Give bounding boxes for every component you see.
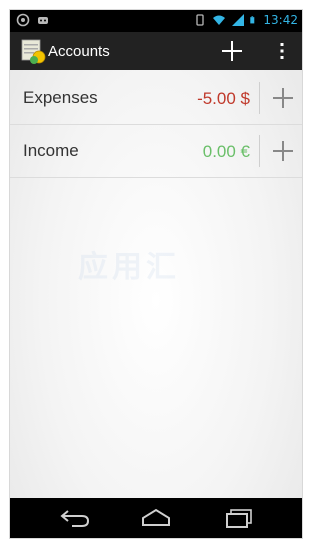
account-name: Income — [23, 141, 79, 160]
row-divider — [259, 82, 260, 114]
navigation-bar — [10, 498, 302, 538]
notification-icon — [38, 17, 48, 24]
plus-icon[interactable] — [218, 37, 246, 65]
accounts-list: Expenses -5.00 $ Income 0.00 € — [10, 72, 302, 178]
add-transaction-icon[interactable] — [270, 85, 296, 111]
account-row-expenses[interactable]: Expenses -5.00 $ — [10, 72, 302, 125]
wifi-icon — [213, 15, 226, 25]
status-bar: 13:42 — [10, 10, 302, 32]
watermark: 应用汇 — [78, 250, 180, 285]
device-frame: 13:42 Accounts Expenses -5.00 $ Income 0… — [0, 0, 313, 547]
add-transaction-icon[interactable] — [270, 138, 296, 164]
account-name: Expenses — [23, 88, 98, 107]
row-divider — [259, 135, 260, 167]
account-balance: 0.00 € — [202, 142, 250, 161]
account-balance: -5.00 $ — [197, 89, 250, 108]
recents-icon[interactable] — [222, 507, 256, 529]
account-row-income[interactable]: Income 0.00 € — [10, 125, 302, 178]
accounts-app-icon[interactable] — [20, 37, 46, 65]
status-right-icons: 13:42 — [193, 13, 298, 27]
home-icon[interactable] — [139, 507, 173, 529]
vibrate-icon — [196, 14, 205, 26]
back-icon[interactable] — [58, 507, 92, 529]
action-bar: Accounts — [10, 32, 302, 70]
overflow-menu-icon[interactable] — [272, 38, 292, 64]
status-time: 13:42 — [263, 13, 298, 27]
phone-screen: 13:42 Accounts Expenses -5.00 $ Income 0… — [10, 10, 302, 538]
signal-icon — [232, 14, 245, 26]
status-left-icons — [16, 13, 50, 27]
battery-icon — [250, 16, 255, 24]
page-title: Accounts — [48, 43, 110, 60]
android-debug-icon — [16, 13, 30, 27]
